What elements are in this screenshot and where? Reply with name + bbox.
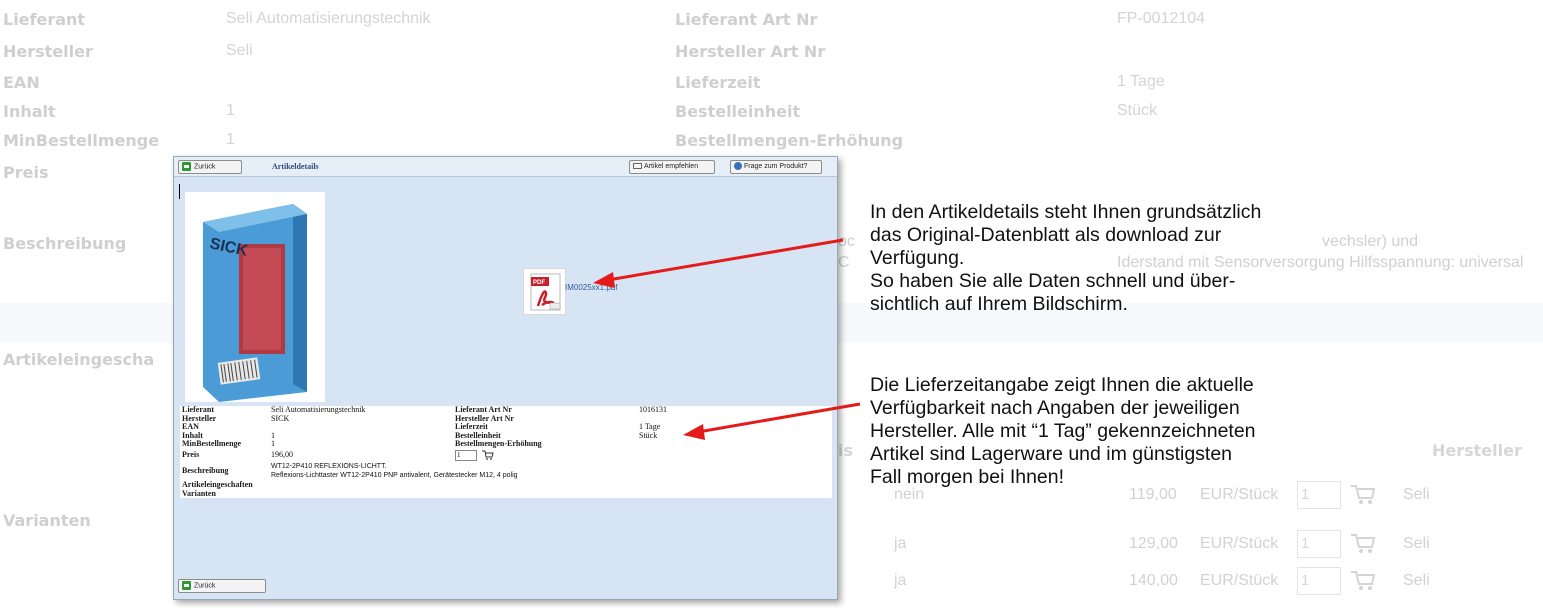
arrow-to-datasheet bbox=[607, 238, 844, 282]
arrow-to-delivery-time bbox=[697, 402, 861, 434]
arrow-head-icon bbox=[683, 424, 705, 440]
arrow-head-icon bbox=[593, 272, 615, 288]
callout-arrows bbox=[593, 238, 861, 440]
